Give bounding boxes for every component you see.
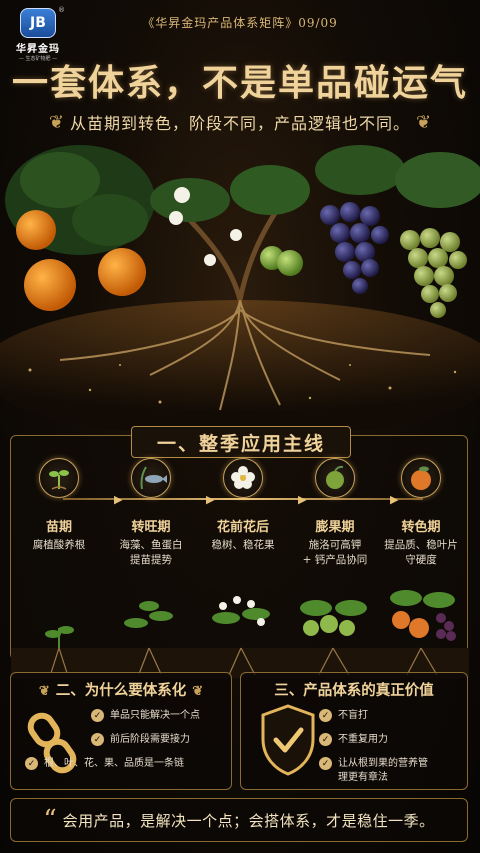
orange-icon bbox=[401, 458, 441, 498]
subheadline: 从苗期到转色，阶段不同，产品逻辑也不同。 bbox=[69, 114, 410, 133]
section-system-value: 三、产品体系的真正价值 ✓ 不盲打 ✓ 不重复用力 ✓ 让从根到果的营养管理更有章法 bbox=[240, 672, 468, 790]
stage-desc-line: 提品质、稳叶片 bbox=[384, 539, 458, 551]
section3-title: 三、产品体系的真正价值 bbox=[274, 682, 434, 699]
check-icon: ✓ bbox=[319, 709, 332, 722]
stage-desc-line: 提苗提势 bbox=[130, 554, 172, 566]
check-icon: ✓ bbox=[319, 757, 332, 770]
stage-seedling: 苗期 腐植酸养根 bbox=[13, 458, 105, 553]
stage-desc-line: 腐植酸养根 bbox=[32, 539, 86, 551]
stage-name: 转旺期 bbox=[131, 520, 171, 535]
section2-title-row: ❦ 二、为什么要体系化 ❦ bbox=[11, 679, 231, 700]
growth-stages-illustration bbox=[11, 590, 469, 678]
list-item: ✓ 让从根到果的营养管理更有章法 bbox=[319, 757, 437, 785]
laurel-right-icon: ❦ bbox=[192, 684, 204, 699]
poster: JB 华昇金玛 — 生态矿物肥 — ® 《华昇金玛产品体系矩阵》09/09 一套… bbox=[0, 0, 480, 853]
section-application-timeline: 一、整季应用主线 ▶ ▶ ▶ ▶ 苗期 腐植酸养根 转旺期 海藻、鱼蛋白 提苗提… bbox=[10, 426, 469, 678]
stage-desc-line: + 钙产品协同 bbox=[302, 554, 368, 566]
stage-desc-line: 海藻、鱼蛋白 bbox=[119, 539, 183, 551]
stage-flowering: 花前花后 稳树、稳花果 bbox=[197, 458, 289, 553]
orange-tree-icon bbox=[5, 145, 155, 311]
laurel-left-icon: ❦ bbox=[38, 684, 50, 699]
check-icon: ✓ bbox=[319, 733, 332, 746]
stage-name: 花前花后 bbox=[216, 520, 269, 535]
check-icon: ✓ bbox=[91, 709, 104, 722]
stage-desc-line: 施洛可高钾 bbox=[308, 539, 362, 551]
stage-vigor: 转旺期 海藻、鱼蛋白 提苗提势 bbox=[105, 458, 197, 568]
list-item: ✓ 前后阶段需要接力 bbox=[91, 733, 200, 747]
section3-list: ✓ 不盲打 ✓ 不重复用力 ✓ 让从根到果的营养管理更有章法 bbox=[319, 709, 437, 795]
check-icon: ✓ bbox=[91, 733, 104, 746]
section1-title: 一、整季应用主线 bbox=[131, 426, 351, 458]
stage-name: 转色期 bbox=[401, 520, 441, 535]
closing-quote: “ 会用产品，是解决一个点；会搭体系，才是稳住一季。 bbox=[10, 798, 468, 842]
brand-name: 华昇金玛 bbox=[16, 44, 60, 55]
fish-seaweed-icon bbox=[131, 458, 171, 498]
shield-check-icon bbox=[261, 704, 315, 776]
series-tag: 《华昇金玛产品体系矩阵》09/09 bbox=[142, 16, 338, 30]
laurel-right-icon: ❦ bbox=[416, 111, 432, 133]
check-icon: ✓ bbox=[25, 757, 38, 770]
stage-name: 苗期 bbox=[45, 520, 72, 535]
stage-coloring: 转色期 提品质、稳叶片 守硬度 bbox=[375, 458, 467, 568]
quote-mark-icon: “ bbox=[43, 805, 57, 835]
headline: 一套体系，不是单品碰运气 bbox=[11, 62, 468, 104]
list-item: ✓ 单品只能解决一个点 bbox=[91, 709, 200, 723]
section-why-system: ❦ 二、为什么要体系化 ❦ ✓ 单品只能解决一个点 ✓ 前后阶段需要接力 ✓ 根、叶、花、… bbox=[10, 672, 232, 790]
list-item: ✓ 不盲打 bbox=[319, 709, 437, 723]
stage-fruit-swelling: 膨果期 施洛可高钾 + 钙产品协同 bbox=[289, 458, 381, 568]
stage-list: ▶ ▶ ▶ ▶ 苗期 腐植酸养根 转旺期 海藻、鱼蛋白 提苗提势 花前花后 稳树… bbox=[11, 458, 469, 678]
flowering-tree-icon bbox=[150, 165, 310, 301]
list-item: ✓ 不重复用力 bbox=[319, 733, 437, 747]
list-item: ✓ 根、叶、花、果、品质是一条链 bbox=[25, 757, 200, 771]
sprout-icon bbox=[39, 458, 79, 498]
plants-illustration bbox=[0, 140, 480, 430]
fruit-icon bbox=[315, 458, 355, 498]
section2-list: ✓ 单品只能解决一个点 ✓ 前后阶段需要接力 ✓ 根、叶、花、果、品质是一条链 bbox=[25, 709, 200, 781]
stage-name: 膨果期 bbox=[315, 520, 355, 535]
section2-title: 二、为什么要体系化 bbox=[55, 682, 187, 699]
stage-desc-line: 守硬度 bbox=[405, 554, 437, 566]
subheadline-row: ❦ 从苗期到转色，阶段不同，产品逻辑也不同。 ❦ bbox=[40, 106, 440, 138]
flower-icon bbox=[223, 458, 263, 498]
laurel-left-icon: ❦ bbox=[48, 111, 64, 133]
registered-mark: ® bbox=[58, 6, 65, 14]
quote-text: 会用产品，是解决一个点；会搭体系，才是稳住一季。 bbox=[62, 811, 435, 830]
stage-desc-line: 稳树、稳花果 bbox=[211, 539, 275, 551]
grapes-icon bbox=[315, 145, 480, 318]
